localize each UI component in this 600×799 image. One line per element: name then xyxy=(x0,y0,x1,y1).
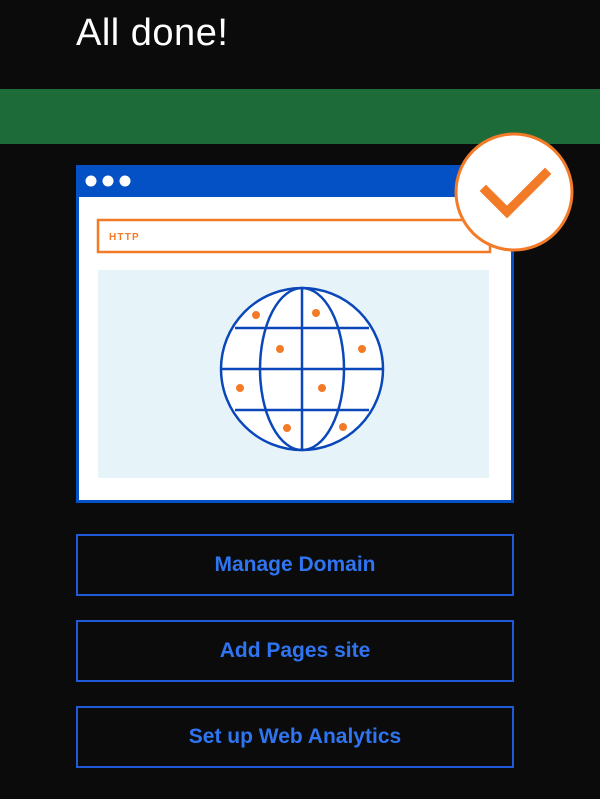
manage-domain-button[interactable]: Manage Domain xyxy=(76,534,514,596)
globe-icon xyxy=(219,286,385,452)
url-bar: HTTP xyxy=(96,218,492,254)
checkmark-icon xyxy=(454,132,574,252)
page-title: All done! xyxy=(76,12,229,54)
url-bar-text: HTTP xyxy=(109,232,140,243)
window-dots-icon xyxy=(85,175,131,187)
browser-illustration: HTTP xyxy=(76,132,574,503)
web-analytics-button[interactable]: Set up Web Analytics xyxy=(76,706,514,768)
add-pages-site-button[interactable]: Add Pages site xyxy=(76,620,514,682)
